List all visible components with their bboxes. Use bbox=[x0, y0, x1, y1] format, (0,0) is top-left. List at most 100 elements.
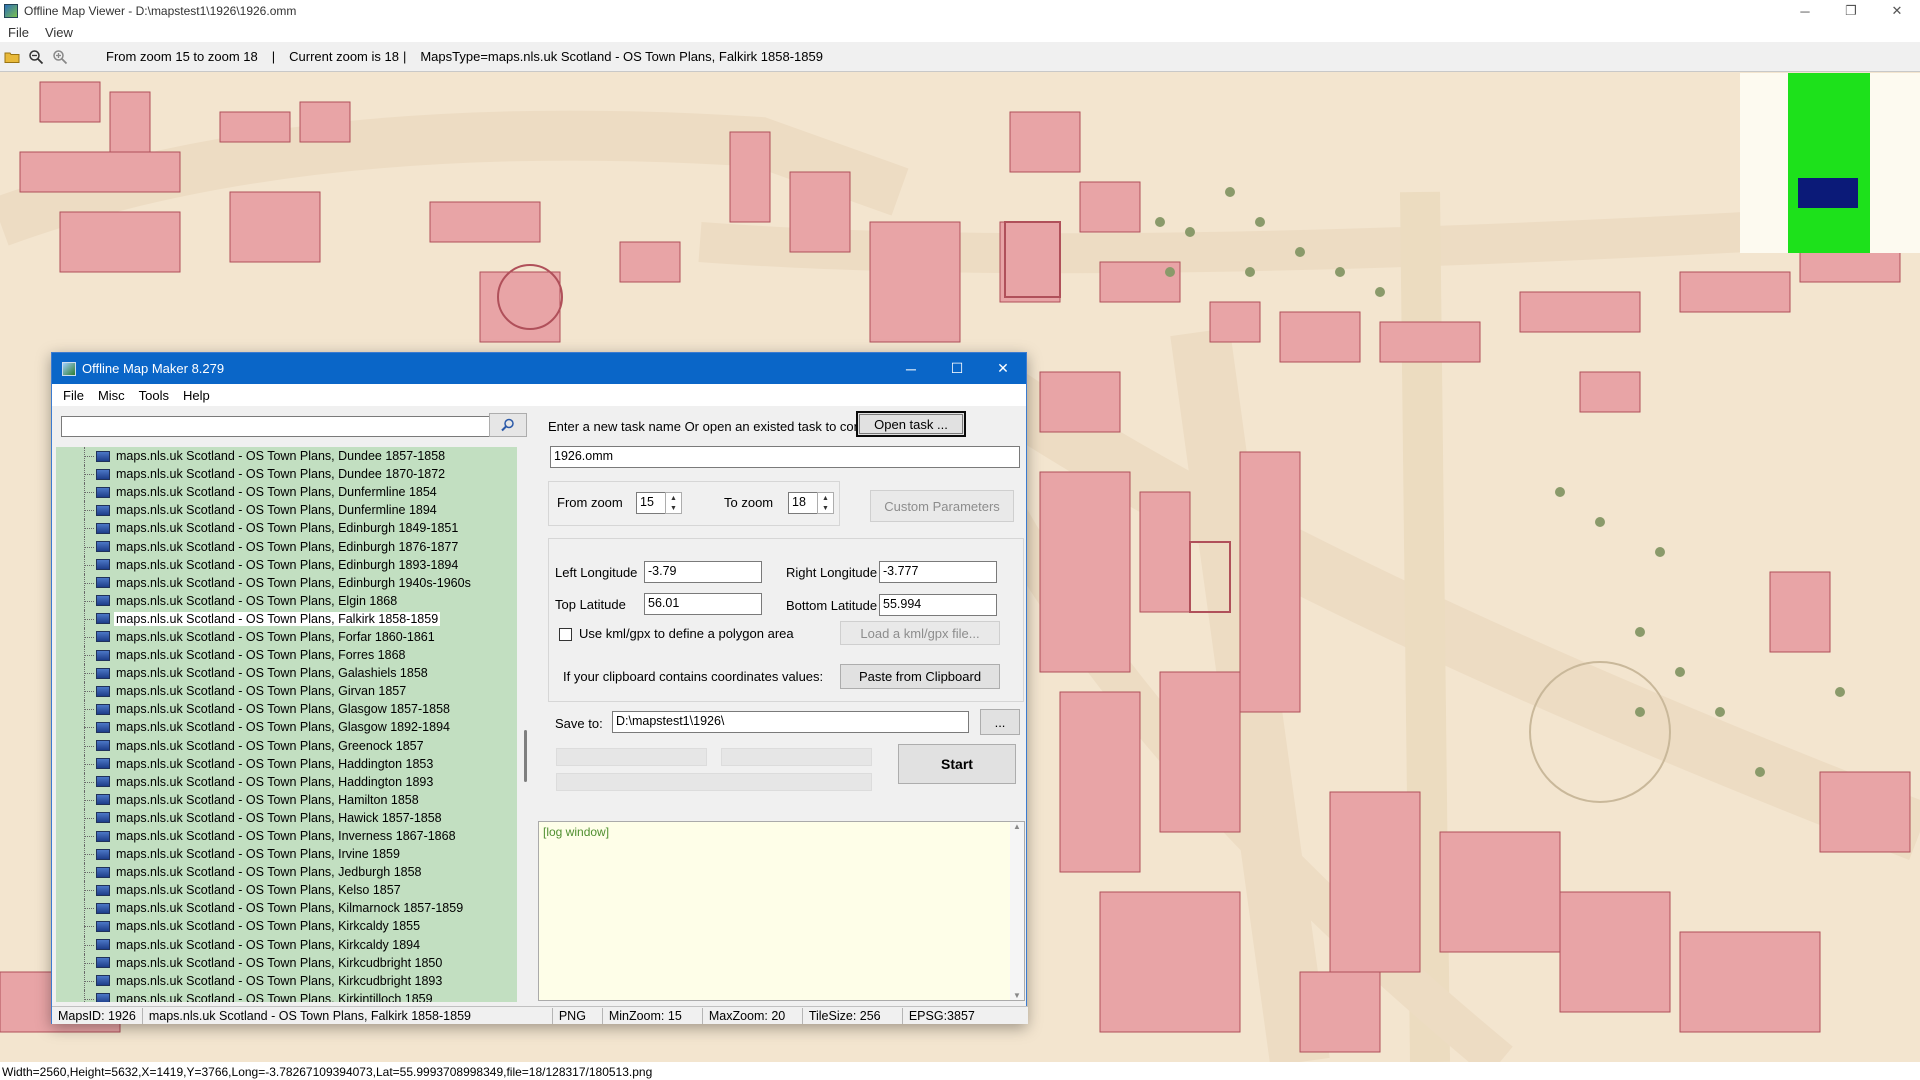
close-button[interactable]: ✕ bbox=[1874, 0, 1920, 22]
browse-button[interactable]: ... bbox=[980, 709, 1020, 735]
list-item[interactable]: maps.nls.uk Scotland - OS Town Plans, Ki… bbox=[56, 935, 517, 954]
dialog-controls: ─ ☐ ✕ bbox=[888, 353, 1026, 384]
start-button[interactable]: Start bbox=[898, 744, 1016, 784]
list-item-label: maps.nls.uk Scotland - OS Town Plans, Ha… bbox=[116, 810, 442, 825]
list-item-label: maps.nls.uk Scotland - OS Town Plans, Fo… bbox=[116, 648, 406, 663]
minimize-button[interactable]: ─ bbox=[1782, 0, 1828, 22]
from-zoom-label: From zoom bbox=[557, 495, 623, 510]
status-epsg: EPSG:3857 bbox=[908, 1008, 975, 1023]
use-kml-checkbox[interactable] bbox=[559, 628, 572, 641]
to-zoom-input[interactable]: 18 bbox=[788, 492, 818, 514]
list-item[interactable]: maps.nls.uk Scotland - OS Town Plans, Ga… bbox=[56, 664, 517, 683]
list-item-label: maps.nls.uk Scotland - OS Town Plans, Gr… bbox=[116, 738, 424, 753]
left-longitude-input[interactable]: -3.79 bbox=[644, 561, 762, 583]
list-item-label: maps.nls.uk Scotland - OS Town Plans, Ed… bbox=[116, 575, 471, 590]
dialog-menu-misc[interactable]: Misc bbox=[91, 388, 132, 403]
list-item[interactable]: maps.nls.uk Scotland - OS Town Plans, Ir… bbox=[56, 845, 517, 864]
zoom-in-icon[interactable] bbox=[48, 46, 72, 68]
list-item[interactable]: maps.nls.uk Scotland - OS Town Plans, Gl… bbox=[56, 718, 517, 737]
window-titlebar: Offline Map Viewer - D:\mapstest1\1926\1… bbox=[0, 0, 1920, 22]
dialog-close-button[interactable]: ✕ bbox=[980, 353, 1026, 384]
task-prompt: Enter a new task name Or open an existed… bbox=[548, 419, 893, 434]
top-latitude-input[interactable]: 56.01 bbox=[644, 593, 762, 615]
load-kml-button[interactable]: Load a kml/gpx file... bbox=[840, 621, 1000, 645]
progress-bar-total bbox=[556, 773, 872, 791]
dialog-menu-tools[interactable]: Tools bbox=[132, 388, 176, 403]
list-item[interactable]: maps.nls.uk Scotland - OS Town Plans, Du… bbox=[56, 447, 517, 466]
list-item-label: maps.nls.uk Scotland - OS Town Plans, Ki… bbox=[116, 901, 464, 916]
restore-button[interactable]: ❐ bbox=[1828, 0, 1874, 22]
list-item[interactable]: maps.nls.uk Scotland - OS Town Plans, Gi… bbox=[56, 682, 517, 701]
map-icon bbox=[96, 740, 110, 752]
list-item[interactable]: maps.nls.uk Scotland - OS Town Plans, Gl… bbox=[56, 700, 517, 719]
task-name-input[interactable]: 1926.omm bbox=[550, 446, 1020, 468]
status-maps-id: MapsID: 1926 bbox=[52, 1007, 143, 1024]
zoom-out-icon[interactable] bbox=[24, 46, 48, 68]
map-icon bbox=[96, 794, 110, 806]
list-item[interactable]: maps.nls.uk Scotland - OS Town Plans, Ha… bbox=[56, 790, 517, 809]
map-icon bbox=[96, 468, 110, 480]
list-item[interactable]: maps.nls.uk Scotland - OS Town Plans, Du… bbox=[56, 501, 517, 520]
search-button[interactable] bbox=[489, 413, 527, 437]
list-item[interactable]: maps.nls.uk Scotland - OS Town Plans, Ha… bbox=[56, 808, 517, 828]
list-item-label: maps.nls.uk Scotland - OS Town Plans, Ke… bbox=[116, 883, 401, 898]
status-line: Width=2560,Height=5632,X=1419,Y=3766,Lon… bbox=[0, 1062, 1920, 1080]
list-item[interactable]: maps.nls.uk Scotland - OS Town Plans, Ki… bbox=[56, 971, 517, 990]
map-icon bbox=[96, 649, 110, 661]
right-longitude-input[interactable]: -3.777 bbox=[879, 561, 997, 583]
bottom-latitude-input[interactable]: 55.994 bbox=[879, 594, 997, 616]
menu-view[interactable]: View bbox=[37, 25, 81, 40]
overview-viewport[interactable] bbox=[1798, 178, 1858, 208]
tree-scrollbar[interactable] bbox=[518, 447, 534, 1002]
list-item[interactable]: maps.nls.uk Scotland - OS Town Plans, Je… bbox=[56, 863, 517, 882]
map-icon bbox=[96, 685, 110, 697]
list-item[interactable]: maps.nls.uk Scotland - OS Town Plans, Du… bbox=[56, 465, 517, 484]
dialog-minimize-button[interactable]: ─ bbox=[888, 353, 934, 384]
list-item-label: maps.nls.uk Scotland - OS Town Plans, Ed… bbox=[116, 521, 459, 536]
custom-parameters-button[interactable]: Custom Parameters bbox=[870, 490, 1014, 522]
list-item[interactable]: maps.nls.uk Scotland - OS Town Plans, Du… bbox=[56, 483, 517, 502]
menu-file[interactable]: File bbox=[0, 25, 37, 40]
search-input[interactable] bbox=[61, 416, 493, 437]
open-task-button[interactable]: Open task ... bbox=[856, 411, 966, 437]
save-to-input[interactable]: D:\mapstest1\1926\ bbox=[612, 711, 969, 733]
map-icon bbox=[96, 939, 110, 951]
list-item[interactable]: maps.nls.uk Scotland - OS Town Plans, Fo… bbox=[56, 646, 517, 665]
list-item[interactable]: maps.nls.uk Scotland - OS Town Plans, El… bbox=[56, 591, 517, 610]
list-item[interactable]: maps.nls.uk Scotland - OS Town Plans, Ki… bbox=[56, 917, 517, 936]
list-item[interactable]: maps.nls.uk Scotland - OS Town Plans, Ha… bbox=[56, 772, 517, 791]
tree-scroll-thumb[interactable] bbox=[524, 730, 527, 782]
from-zoom-input[interactable]: 15 bbox=[636, 492, 666, 514]
list-item[interactable]: maps.nls.uk Scotland - OS Town Plans, In… bbox=[56, 826, 517, 846]
dialog-menu-file[interactable]: File bbox=[56, 388, 91, 403]
maps-type-text: MapsType=maps.nls.uk Scotland - OS Town … bbox=[420, 49, 823, 64]
list-item[interactable]: maps.nls.uk Scotland - OS Town Plans, Gr… bbox=[56, 736, 517, 755]
log-scrollbar[interactable]: ▲ ▼ bbox=[1010, 822, 1024, 1000]
list-item[interactable]: maps.nls.uk Scotland - OS Town Plans, Ed… bbox=[56, 519, 517, 538]
open-folder-icon[interactable] bbox=[0, 46, 24, 68]
list-item[interactable]: maps.nls.uk Scotland - OS Town Plans, Ki… bbox=[56, 989, 517, 1002]
list-item-label: maps.nls.uk Scotland - OS Town Plans, Fo… bbox=[116, 629, 435, 644]
dialog-menu-help[interactable]: Help bbox=[176, 388, 217, 403]
list-item[interactable]: maps.nls.uk Scotland - OS Town Plans, Fa… bbox=[56, 609, 517, 629]
log-window[interactable]: [log window] ▲ ▼ bbox=[538, 821, 1025, 1001]
from-zoom-stepper[interactable]: ▲ ▼ bbox=[665, 492, 682, 514]
maps-tree[interactable]: maps.nls.uk Scotland - OS Town Plans, Du… bbox=[56, 447, 517, 1002]
map-icon bbox=[96, 577, 110, 589]
list-item[interactable]: maps.nls.uk Scotland - OS Town Plans, Ki… bbox=[56, 953, 517, 972]
list-item[interactable]: maps.nls.uk Scotland - OS Town Plans, Ha… bbox=[56, 754, 517, 773]
list-item[interactable]: maps.nls.uk Scotland - OS Town Plans, Ed… bbox=[56, 555, 517, 574]
dialog-maximize-button[interactable]: ☐ bbox=[934, 353, 980, 384]
list-item-label: maps.nls.uk Scotland - OS Town Plans, Ha… bbox=[116, 792, 419, 807]
progress-bar-2 bbox=[721, 748, 872, 766]
list-item[interactable]: maps.nls.uk Scotland - OS Town Plans, Ed… bbox=[56, 573, 517, 592]
map-icon bbox=[96, 595, 110, 607]
list-item[interactable]: maps.nls.uk Scotland - OS Town Plans, Ki… bbox=[56, 899, 517, 918]
paste-clipboard-button[interactable]: Paste from Clipboard bbox=[840, 664, 1000, 689]
list-item-label: maps.nls.uk Scotland - OS Town Plans, Ed… bbox=[116, 557, 459, 572]
list-item[interactable]: maps.nls.uk Scotland - OS Town Plans, Ke… bbox=[56, 881, 517, 900]
list-item-label: maps.nls.uk Scotland - OS Town Plans, Du… bbox=[116, 467, 446, 482]
to-zoom-stepper[interactable]: ▲ ▼ bbox=[817, 492, 834, 514]
list-item[interactable]: maps.nls.uk Scotland - OS Town Plans, Ed… bbox=[56, 537, 517, 556]
list-item[interactable]: maps.nls.uk Scotland - OS Town Plans, Fo… bbox=[56, 627, 517, 647]
